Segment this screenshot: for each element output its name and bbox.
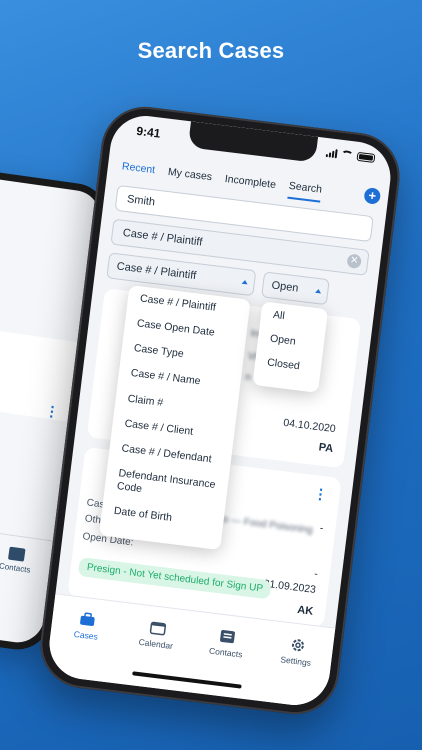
status-dropdown: All Open Closed: [252, 301, 329, 393]
case-card-info: n: [244, 371, 252, 384]
case-initials: AK: [296, 603, 314, 618]
wifi-icon: [340, 149, 354, 161]
case-dash: -: [313, 567, 319, 581]
case-initials: PA: [318, 441, 334, 456]
search-type-value: Case # / Plaintiff: [116, 260, 197, 283]
kebab-icon[interactable]: ⋮: [313, 485, 329, 503]
status-select-value: Open: [270, 279, 300, 295]
case-date: 21.09.2023: [262, 577, 317, 596]
status-time: 9:41: [135, 123, 162, 141]
signal-icon: [325, 148, 338, 159]
caret-up-icon: [241, 279, 249, 285]
nav-settings[interactable]: Settings: [263, 635, 327, 708]
status-icons: [325, 148, 376, 163]
kebab-icon: ⋮: [43, 402, 61, 421]
case-date: 04.10.2020: [282, 416, 337, 436]
filter-field-value: Case # / Plaintiff: [122, 226, 203, 249]
background-nav-label: Contacts: [0, 561, 32, 575]
gear-icon: [291, 639, 304, 652]
page-headline: Search Cases: [137, 38, 285, 63]
tab-recent[interactable]: Recent: [121, 160, 155, 181]
phone-screen: 9:41 Recent My cases Incomplete Search +…: [45, 111, 395, 710]
contact-card-icon: [220, 630, 236, 644]
calendar-icon: [149, 621, 166, 636]
tab-my-cases[interactable]: My cases: [167, 166, 212, 188]
nav-label: Contacts: [208, 645, 244, 660]
nav-contacts[interactable]: Contacts: [193, 626, 257, 699]
caret-up-icon: [315, 288, 322, 294]
case-dash: -: [319, 522, 325, 535]
nav-label: Cases: [73, 628, 99, 642]
tab-incomplete[interactable]: Incomplete: [224, 173, 276, 196]
briefcase-icon: [80, 612, 95, 627]
nav-label: Calendar: [138, 636, 174, 651]
tab-search[interactable]: Search: [287, 179, 323, 203]
clear-icon[interactable]: ✕: [346, 253, 362, 270]
nav-label: Settings: [279, 654, 312, 668]
phone-notch: [187, 121, 319, 163]
background-nav-contacts: Contacts: [0, 544, 47, 577]
nav-cases[interactable]: Cases: [53, 609, 117, 682]
contact-card-icon: [7, 546, 26, 562]
status-badge: Presign - Not Yet scheduled for Sign UP: [77, 557, 272, 600]
status-select[interactable]: Open: [261, 271, 330, 306]
battery-icon: [356, 151, 376, 163]
